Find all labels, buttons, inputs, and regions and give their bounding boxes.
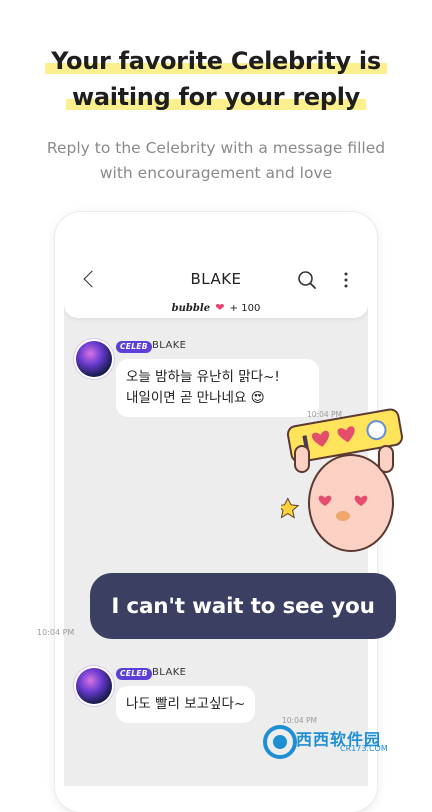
search-icon[interactable] <box>296 269 318 291</box>
more-options-icon[interactable] <box>340 269 352 291</box>
message-line: 나도 빨리 보고싶다~ <box>126 696 246 712</box>
bubble-counter: bubble ❤ + 100 <box>64 301 368 314</box>
sender-name: BLAKE <box>152 667 187 678</box>
subtitle-line-2: with encouragement and love <box>99 164 333 182</box>
avatar[interactable] <box>76 341 112 377</box>
heart-icon: ❤ <box>215 301 225 314</box>
celeb-badge: CELEB <box>116 341 152 353</box>
sent-message-bubble: I can't wait to see you <box>90 573 396 639</box>
chat-title: BLAKE <box>190 270 242 288</box>
message-bubble: 나도 빨리 보고싶다~ <box>116 686 256 723</box>
chat-app-bar: BLAKE bubble ❤ + 100 <box>64 246 368 318</box>
watermark-url: CR173.COM <box>340 744 388 753</box>
sender-name: BLAKE <box>152 340 187 351</box>
headline-line-1: Your favorite Celebrity is <box>0 46 432 76</box>
bubble-count: + 100 <box>229 303 261 314</box>
bubble-label: bubble <box>171 303 211 314</box>
avatar[interactable] <box>76 668 112 704</box>
message-time: 10:04 PM <box>37 628 75 637</box>
subtitle-line-1: Reply to the Celebrity with a message fi… <box>46 139 386 157</box>
message-line: 오늘 밤하늘 유난히 맑다~! <box>126 369 280 385</box>
headline-line-2: waiting for your reply <box>0 82 432 112</box>
celeb-badge: CELEB <box>116 668 152 680</box>
sticker-character: I <box>281 408 403 552</box>
